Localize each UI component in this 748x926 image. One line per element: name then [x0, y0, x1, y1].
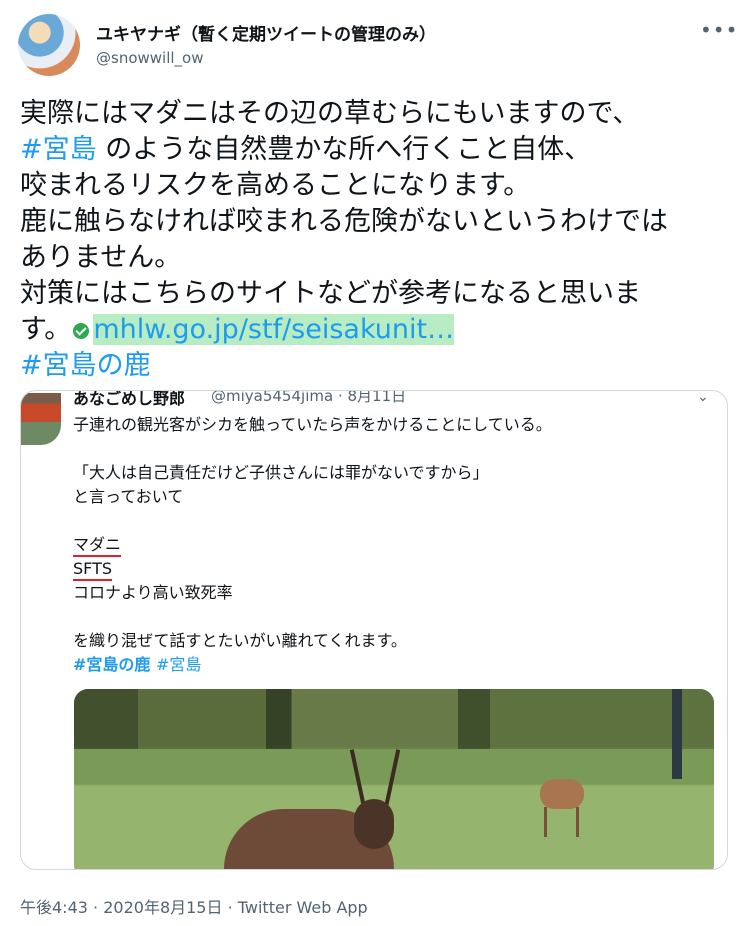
quoted-media-photo[interactable]	[74, 689, 714, 869]
tweet-line: 実際にはマダニはその辺の草むらにもいますので、	[20, 98, 640, 129]
quoted-blank	[73, 605, 713, 629]
tweet-date[interactable]: 2020年8月15日	[103, 898, 222, 917]
external-link[interactable]: mhlw.go.jp/stf/seisakunit…	[93, 314, 455, 345]
chevron-down-icon[interactable]: ⌄	[697, 391, 709, 405]
tweet-footer: 午後4:43 · 2020年8月15日 · Twitter Web App	[20, 894, 368, 918]
photo-antler	[349, 749, 367, 809]
more-horizontal-icon[interactable]: •••	[700, 18, 738, 42]
tweet-text: 実際にはマダニはその辺の草むらにもいますので、 #宮島 のような自然豊かな所へ行…	[20, 96, 740, 384]
hashtag-link[interactable]: #宮島	[20, 134, 97, 165]
tweet-line: ありません。	[20, 242, 182, 273]
photo-pole	[672, 689, 682, 779]
underlined-term: マダニ	[73, 535, 122, 557]
tweet-line: 鹿に触らなければ咬まれる危険がないというわけでは	[20, 206, 668, 237]
quoted-hashtags: #宮島の鹿 #宮島	[73, 653, 713, 677]
quoted-tweet-text: 子連れの観光客がシカを触っていたら声をかけることにしている。 「大人は自己責任だ…	[73, 413, 713, 677]
quoted-line: マダニ	[73, 533, 713, 557]
hashtag-link[interactable]: #宮島の鹿	[20, 348, 740, 384]
photo-deer-small	[540, 779, 584, 809]
quoted-line: と言っておいて	[73, 487, 184, 506]
tweet-line: 咬まれるリスクを高めることになります。	[20, 170, 531, 201]
hashtag-link[interactable]: #宮島の鹿	[73, 655, 150, 674]
tweet-line-text: のような自然豊かな所へ行くこと自体、	[96, 134, 592, 165]
author-avatar[interactable]	[18, 14, 80, 76]
tweet-line-text: す。	[20, 314, 72, 345]
tweet-line: 対策にはこちらのサイトなどが参考になると思いま	[20, 278, 641, 309]
hashtag-link[interactable]: #宮島	[156, 655, 201, 674]
quoted-line: コロナより高い致死率	[73, 583, 233, 602]
underlined-term: SFTS	[73, 559, 113, 581]
separator: ·	[227, 898, 233, 917]
photo-antler	[383, 749, 401, 809]
separator: ·	[93, 898, 99, 917]
quoted-author-meta: @miya5454jima · 8月11日	[211, 390, 407, 406]
quoted-author-avatar	[21, 393, 61, 445]
quoted-blank	[73, 509, 713, 533]
photo-deer-leg	[576, 807, 579, 837]
photo-deer-head	[354, 799, 394, 849]
tweet-line: #宮島 のような自然豊かな所へ行くこと自体、	[20, 132, 740, 168]
quoted-line: を織り混ぜて話すとたいがい離れてくれます。	[73, 631, 407, 650]
tweet-line: す。 mhlw.go.jp/stf/seisakunit…	[20, 312, 740, 348]
quoted-tweet-card[interactable]: あなごめし野郎 @miya5454jima · 8月11日 ⌄ 子連れの観光客が…	[20, 390, 728, 870]
tweet-time[interactable]: 午後4:43	[20, 898, 88, 917]
quoted-author-handle: @miya5454jima	[211, 390, 334, 405]
quoted-line: 子連れの観光客がシカを触っていたら声をかけることにしている。	[73, 415, 552, 434]
quoted-author-name: あなごめし野郎	[73, 390, 186, 408]
verified-check-icon	[73, 323, 90, 339]
quoted-line: 「大人は自己責任だけど子供さんには罪がないですから」	[73, 463, 489, 482]
author-name[interactable]: ユキヤナギ（暫く定期ツイートの管理のみ）	[96, 20, 436, 45]
quoted-blank	[73, 437, 713, 461]
quoted-date: 8月11日	[347, 390, 407, 405]
photo-deer-leg	[544, 807, 547, 837]
tweet-source[interactable]: Twitter Web App	[238, 898, 368, 917]
author-handle[interactable]: @snowwill_ow	[96, 49, 203, 67]
quoted-line: SFTS	[73, 557, 713, 581]
photo-trees	[74, 689, 714, 749]
